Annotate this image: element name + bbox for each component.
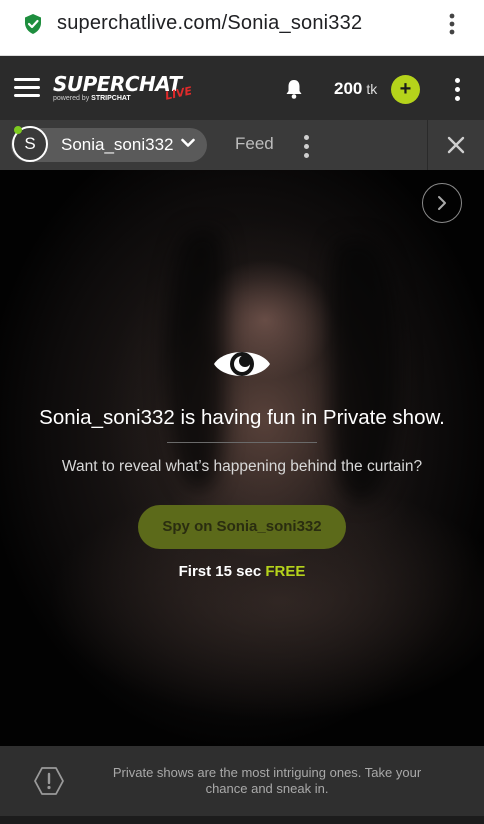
tab-menu-icon[interactable] bbox=[300, 135, 312, 158]
video-player: Sonia_soni332 is having fun in Private s… bbox=[0, 170, 484, 746]
next-model-button[interactable] bbox=[422, 183, 462, 223]
token-balance: 200 tk bbox=[334, 79, 378, 98]
bell-icon[interactable] bbox=[284, 78, 304, 100]
free-preview-text: First 15 sec FREE bbox=[178, 563, 306, 580]
private-show-subline: Want to reveal what’s happening behind t… bbox=[61, 458, 423, 475]
site-header: SUPERCHAT LIVE powered by STRIPCHAT 200 t… bbox=[0, 56, 484, 120]
tab-bar: S Sonia_soni332 Feed bbox=[0, 120, 484, 170]
url-text[interactable]: superchatlive.com/Sonia_soni332 bbox=[57, 12, 362, 35]
superchat-logo[interactable]: SUPERCHAT LIVE powered by STRIPCHAT bbox=[53, 74, 193, 106]
shield-check-icon bbox=[25, 14, 41, 34]
tab-feed[interactable]: Feed bbox=[235, 134, 274, 154]
site-menu-icon[interactable] bbox=[450, 78, 464, 102]
model-selector[interactable]: S Sonia_soni332 bbox=[11, 126, 207, 162]
banner-text: Private shows are the most intriguing on… bbox=[112, 765, 422, 796]
online-indicator bbox=[14, 126, 22, 134]
private-show-headline: Sonia_soni332 is having fun in Private s… bbox=[39, 406, 445, 429]
chevron-right-icon bbox=[438, 196, 446, 210]
chevron-down-icon bbox=[181, 138, 195, 147]
eye-icon bbox=[214, 352, 270, 376]
divider bbox=[167, 442, 317, 443]
hamburger-icon[interactable] bbox=[14, 78, 40, 98]
bottom-strip bbox=[0, 816, 484, 824]
warning-hexagon-icon bbox=[34, 767, 64, 795]
close-icon bbox=[447, 136, 465, 154]
browser-url-bar[interactable]: superchatlive.com/Sonia_soni332 bbox=[0, 0, 484, 56]
info-banner: Private shows are the most intriguing on… bbox=[0, 746, 484, 816]
model-username: Sonia_soni332 bbox=[61, 135, 174, 154]
browser-menu-icon[interactable] bbox=[442, 12, 462, 38]
close-button[interactable] bbox=[427, 120, 484, 170]
spy-button[interactable]: Spy on Sonia_soni332 bbox=[138, 505, 346, 549]
add-tokens-button[interactable]: + bbox=[391, 75, 420, 104]
